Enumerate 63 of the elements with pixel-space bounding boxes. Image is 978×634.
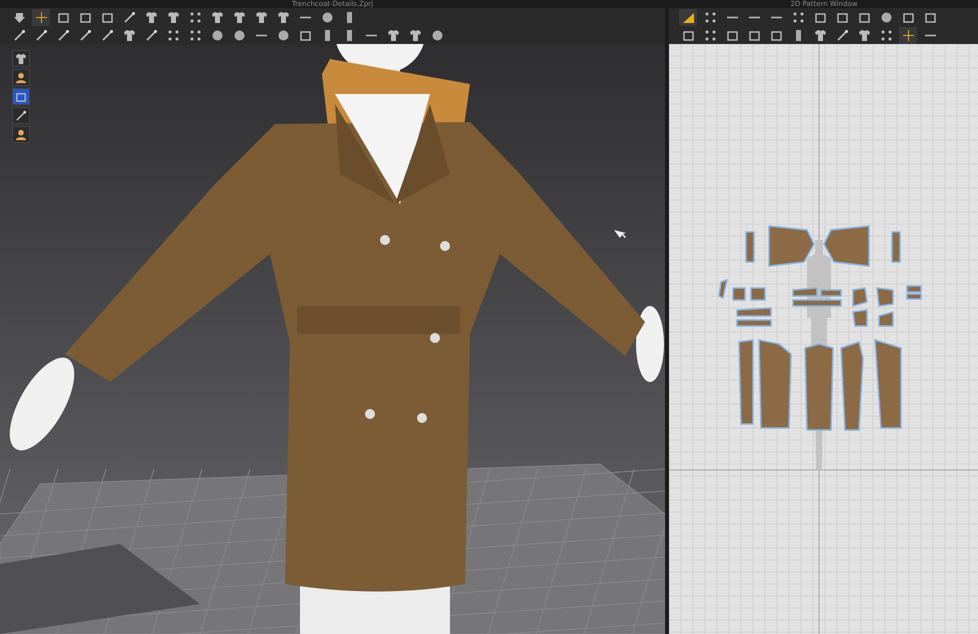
circle-icon [210, 28, 224, 42]
wand-icon [34, 28, 48, 42]
view-tool-button[interactable] [12, 69, 30, 86]
dots-icon [704, 10, 716, 24]
square-icon [298, 28, 312, 42]
circle-icon [320, 10, 334, 24]
square-icon [924, 10, 936, 24]
wand-icon [78, 28, 92, 42]
shirt-icon [408, 28, 422, 42]
square-icon [836, 10, 848, 24]
square-icon [770, 28, 782, 42]
dots-icon [166, 28, 180, 42]
triangle-icon [682, 10, 694, 24]
shirt-icon [232, 10, 246, 24]
dots-icon [792, 10, 804, 24]
person-icon [15, 128, 27, 140]
circle-icon [232, 28, 246, 42]
toolbar-button[interactable] [679, 8, 697, 26]
shirt-icon [144, 10, 158, 24]
square-icon [902, 10, 914, 24]
shirt-icon [386, 28, 400, 42]
shirt-icon [254, 10, 268, 24]
cross-icon [902, 28, 914, 42]
cursor-icon [614, 230, 626, 238]
dots-icon [880, 28, 892, 42]
view-tool-button[interactable] [12, 107, 30, 124]
shirt-icon [210, 10, 224, 24]
shirt-icon [15, 52, 27, 64]
square-icon [726, 28, 738, 42]
square-icon [858, 10, 870, 24]
shirt-icon [276, 10, 290, 24]
dots-icon [188, 10, 202, 24]
person-icon [15, 72, 27, 84]
square-icon [78, 10, 92, 24]
view-tool-button[interactable] [12, 50, 30, 67]
shirt-icon [858, 28, 870, 42]
circle-icon [430, 28, 444, 42]
wand-icon [56, 28, 70, 42]
dots-icon [704, 28, 716, 42]
wand-icon [122, 10, 136, 24]
toolbar-button[interactable] [899, 26, 917, 44]
circle-icon [880, 10, 892, 24]
square-icon [682, 28, 694, 42]
wand-icon [12, 28, 26, 42]
arrow-down-icon [12, 10, 26, 24]
square-icon [56, 10, 70, 24]
shirt-icon [166, 10, 180, 24]
shirt-icon [122, 28, 136, 42]
circle-icon [276, 28, 290, 42]
wand-icon [15, 110, 27, 122]
shirt-icon [814, 28, 826, 42]
wand-icon [836, 28, 848, 42]
square-icon [15, 90, 27, 102]
square-icon [814, 10, 826, 24]
toolbar-button[interactable] [32, 8, 50, 26]
wand-icon [100, 28, 114, 42]
square-icon [100, 10, 114, 24]
wand-icon [144, 28, 158, 42]
cross-icon [34, 10, 48, 24]
view-tool-button[interactable] [12, 126, 30, 143]
dots-icon [188, 28, 202, 42]
square-icon [748, 28, 760, 42]
view-tool-button[interactable] [12, 88, 30, 105]
